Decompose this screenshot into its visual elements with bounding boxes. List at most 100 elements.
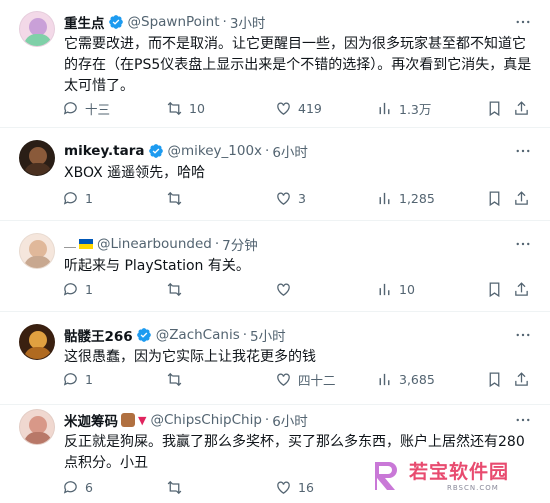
like-count: 四十二 (298, 372, 336, 388)
timestamp[interactable]: 5小时 (250, 325, 286, 345)
bookmark-button[interactable] (486, 188, 504, 208)
more-options-icon[interactable] (514, 326, 532, 344)
reply-feed: 重生点 @SpawnPoint · 3小时 它需要改进，而不是取消。让它更醒目一… (0, 0, 550, 503)
share-icon (515, 190, 528, 205)
repost-button[interactable] (166, 188, 189, 208)
reply-icon (63, 191, 77, 205)
reply-button[interactable]: 6 (62, 477, 93, 497)
share-button[interactable] (513, 188, 530, 208)
tweet[interactable]: 重生点 @SpawnPoint · 3小时 它需要改进，而不是取消。让它更醒目一… (0, 0, 550, 128)
views-button[interactable]: 3,685 (376, 369, 435, 389)
timestamp[interactable]: 6小时 (272, 141, 308, 161)
timestamp[interactable]: 7分钟 (222, 234, 258, 254)
views-icon (379, 373, 390, 385)
repost-button[interactable] (166, 279, 189, 299)
separator-dot: · (214, 236, 220, 252)
repost-button[interactable] (166, 477, 189, 497)
tweet-actions: 十三 10 419 1.3万 (62, 98, 532, 118)
like-button[interactable]: 四十二 (275, 369, 336, 389)
more-options-icon[interactable] (514, 13, 532, 31)
views-button[interactable]: 1.3万 (376, 98, 431, 118)
like-button[interactable]: 419 (275, 98, 322, 118)
tweet[interactable]: 骷髅王266 @ZachCanis · 5小时 这很愚蠢，因为它实际上让我花更多… (0, 313, 550, 405)
repost-icon (167, 480, 182, 494)
repost-icon (167, 372, 182, 386)
reply-icon (63, 480, 77, 494)
author-name[interactable] (64, 240, 76, 248)
avatar[interactable] (19, 233, 55, 269)
avatar[interactable] (19, 140, 55, 176)
reply-count: 十三 (85, 101, 111, 117)
share-button[interactable] (513, 369, 530, 389)
repost-icon (167, 101, 182, 115)
share-icon (515, 100, 528, 115)
tweet-actions: 1 10 (62, 279, 532, 299)
reply-button[interactable]: 1 (62, 279, 93, 299)
tweet-text: 它需要改进，而不是取消。让它更醒目一些，因为很多玩家甚至都不知道它的存在（在PS… (64, 36, 532, 94)
repost-count: 10 (189, 100, 205, 116)
timestamp[interactable]: 6小时 (272, 410, 308, 430)
avatar[interactable] (19, 324, 55, 360)
watermark-logo-icon (375, 462, 397, 490)
reply-icon (63, 101, 77, 115)
author-name[interactable]: 骷髅王266 (64, 325, 133, 345)
tweet[interactable]: @Linearbounded · 7分钟 听起来与 PlayStation 有关… (0, 222, 550, 312)
watermark-subtitle: RBSCN.COM (447, 484, 499, 492)
separator-dot: · (264, 412, 270, 428)
ukraine-flag-icon (79, 239, 93, 249)
bookmark-button[interactable] (486, 279, 504, 299)
views-button[interactable]: 1,285 (376, 188, 435, 208)
view-count: 10 (399, 281, 415, 297)
repost-icon (167, 282, 182, 296)
owl-emoji-icon (121, 413, 135, 427)
author-name[interactable]: 米迦筹码 (64, 410, 118, 430)
author-handle[interactable]: @ZachCanis (156, 327, 240, 343)
views-button[interactable]: 10 (376, 279, 415, 299)
author-handle[interactable]: @SpawnPoint (128, 14, 220, 30)
bookmark-button[interactable] (486, 369, 504, 389)
bookmark-button[interactable] (486, 98, 504, 118)
heart-icon (277, 102, 290, 115)
tweet-text: XBOX 遥遥领先，哈哈 (64, 165, 206, 181)
separator-dot: · (242, 327, 248, 343)
watermark: 若宝软件园 RBSCN.COM (369, 456, 539, 496)
views-icon (379, 102, 390, 114)
like-button[interactable]: 16 (275, 477, 314, 497)
more-options-icon[interactable] (514, 411, 532, 429)
separator-dot: · (222, 14, 227, 30)
tweet-text: 听起来与 PlayStation 有关。 (64, 258, 250, 274)
share-button[interactable] (513, 279, 530, 299)
repost-button[interactable] (166, 369, 189, 389)
like-button[interactable] (275, 279, 298, 299)
more-options-icon[interactable] (514, 235, 532, 253)
bookmark-icon (489, 371, 500, 387)
author-handle[interactable]: @Linearbounded (97, 236, 212, 252)
verified-icon (148, 144, 163, 158)
author-handle[interactable]: @ChipsChipChip (150, 412, 261, 428)
author-handle[interactable]: @mikey_100x (168, 143, 263, 159)
like-button[interactable]: 3 (275, 188, 306, 208)
author-name[interactable]: 重生点 (64, 12, 105, 32)
bookmark-icon (489, 281, 500, 297)
share-button[interactable] (513, 98, 530, 118)
avatar[interactable] (19, 409, 55, 445)
share-icon (515, 371, 528, 386)
author-name[interactable]: mikey.tara (64, 143, 145, 159)
reply-count: 1 (85, 371, 93, 387)
more-options-icon[interactable] (514, 142, 532, 160)
bookmark-icon (489, 100, 500, 116)
tweet-actions: 1 四十二 3,685 (62, 369, 532, 389)
like-count: 419 (298, 100, 322, 116)
heart-icon (277, 283, 290, 296)
tweet[interactable]: mikey.tara @mikey_100x · 6小时 XBOX 遥遥领先，哈… (0, 129, 550, 221)
reply-button[interactable]: 1 (62, 369, 93, 389)
bookmark-icon (489, 190, 500, 206)
reply-button[interactable]: 十三 (62, 98, 110, 118)
reply-button[interactable]: 1 (62, 188, 93, 208)
verified-icon (136, 328, 151, 342)
avatar[interactable] (19, 11, 55, 47)
watermark-title: 若宝软件园 (409, 461, 510, 483)
reply-count: 1 (85, 190, 93, 206)
timestamp[interactable]: 3小时 (230, 12, 266, 32)
repost-button[interactable]: 10 (166, 98, 205, 118)
